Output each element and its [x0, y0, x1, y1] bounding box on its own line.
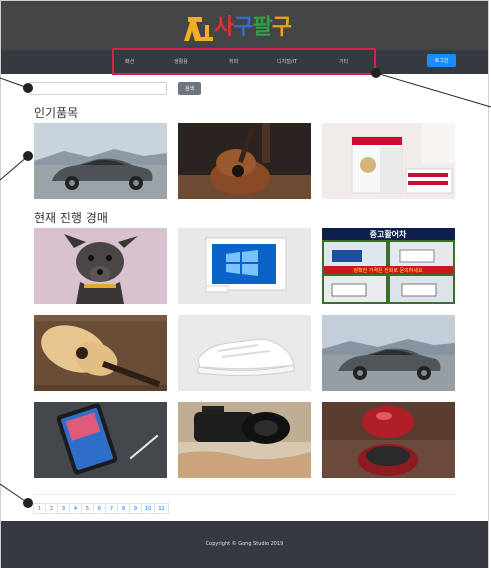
product-card-giftbox[interactable]: [322, 123, 455, 199]
logo-char-1: 사: [214, 15, 234, 40]
product-card-guitar[interactable]: [178, 123, 311, 199]
sneakers-image: [178, 315, 311, 391]
auction-card-trucks[interactable]: 중고활어차 정확한 가격은 전화로 문의하세요: [322, 228, 455, 304]
giftbox-image: [322, 123, 455, 199]
auction-card-windows[interactable]: [178, 228, 311, 304]
logo-mark-icon: [184, 11, 214, 45]
car-image: [34, 123, 167, 199]
pagination: 1 2 3 4 5 6 7 8 9 10 11: [33, 503, 169, 514]
car-image: [322, 315, 455, 391]
footer-copyright: Copyright © Gong Studio 2019: [205, 541, 284, 547]
auction-card-dog[interactable]: [34, 228, 167, 304]
logo-char-2: 구: [233, 15, 253, 40]
page-link-11[interactable]: 11: [154, 503, 169, 514]
windows-software-image: [178, 228, 311, 304]
auction-card-sneakers[interactable]: [178, 315, 311, 391]
auction-card-guitar[interactable]: [34, 315, 167, 391]
login-button[interactable]: 로그인: [427, 54, 456, 67]
trucks-poster-image: 중고활어차 정확한 가격은 전화로 문의하세요: [322, 228, 455, 304]
search-input[interactable]: [28, 82, 167, 95]
guitar-image: [34, 315, 167, 391]
site-footer: Copyright © Gong Studio 2019: [1, 521, 488, 568]
rice-cooker-image: [322, 402, 455, 478]
guitar-image: [178, 123, 311, 199]
camera-image: [178, 402, 311, 478]
poster-subtitle: 정확한 가격은 전화로 문의하세요: [353, 267, 423, 274]
poster-title: 중고활어차: [370, 229, 407, 239]
pagination-divider: [34, 494, 456, 495]
product-card-car[interactable]: [34, 123, 167, 199]
auction-card-tablet[interactable]: [34, 402, 167, 478]
search-button[interactable]: 검색: [178, 82, 201, 95]
dog-image: [34, 228, 167, 304]
auction-section-title: 현재 진행 경매: [34, 211, 108, 225]
auction-card-car[interactable]: [322, 315, 455, 391]
tablet-image: [34, 402, 167, 478]
popular-section-title: 인기품목: [34, 106, 79, 120]
logo-char-3: 팔: [252, 15, 273, 40]
auction-card-camera[interactable]: [178, 402, 311, 478]
logo-text: 사구팔구: [214, 11, 292, 45]
auction-card-ricecooker[interactable]: [322, 402, 455, 478]
site-logo[interactable]: 사구팔구: [184, 10, 292, 46]
logo-char-4: 구: [271, 15, 292, 40]
page-link-10[interactable]: 10: [141, 503, 156, 514]
nav-highlight-box: [112, 48, 376, 75]
